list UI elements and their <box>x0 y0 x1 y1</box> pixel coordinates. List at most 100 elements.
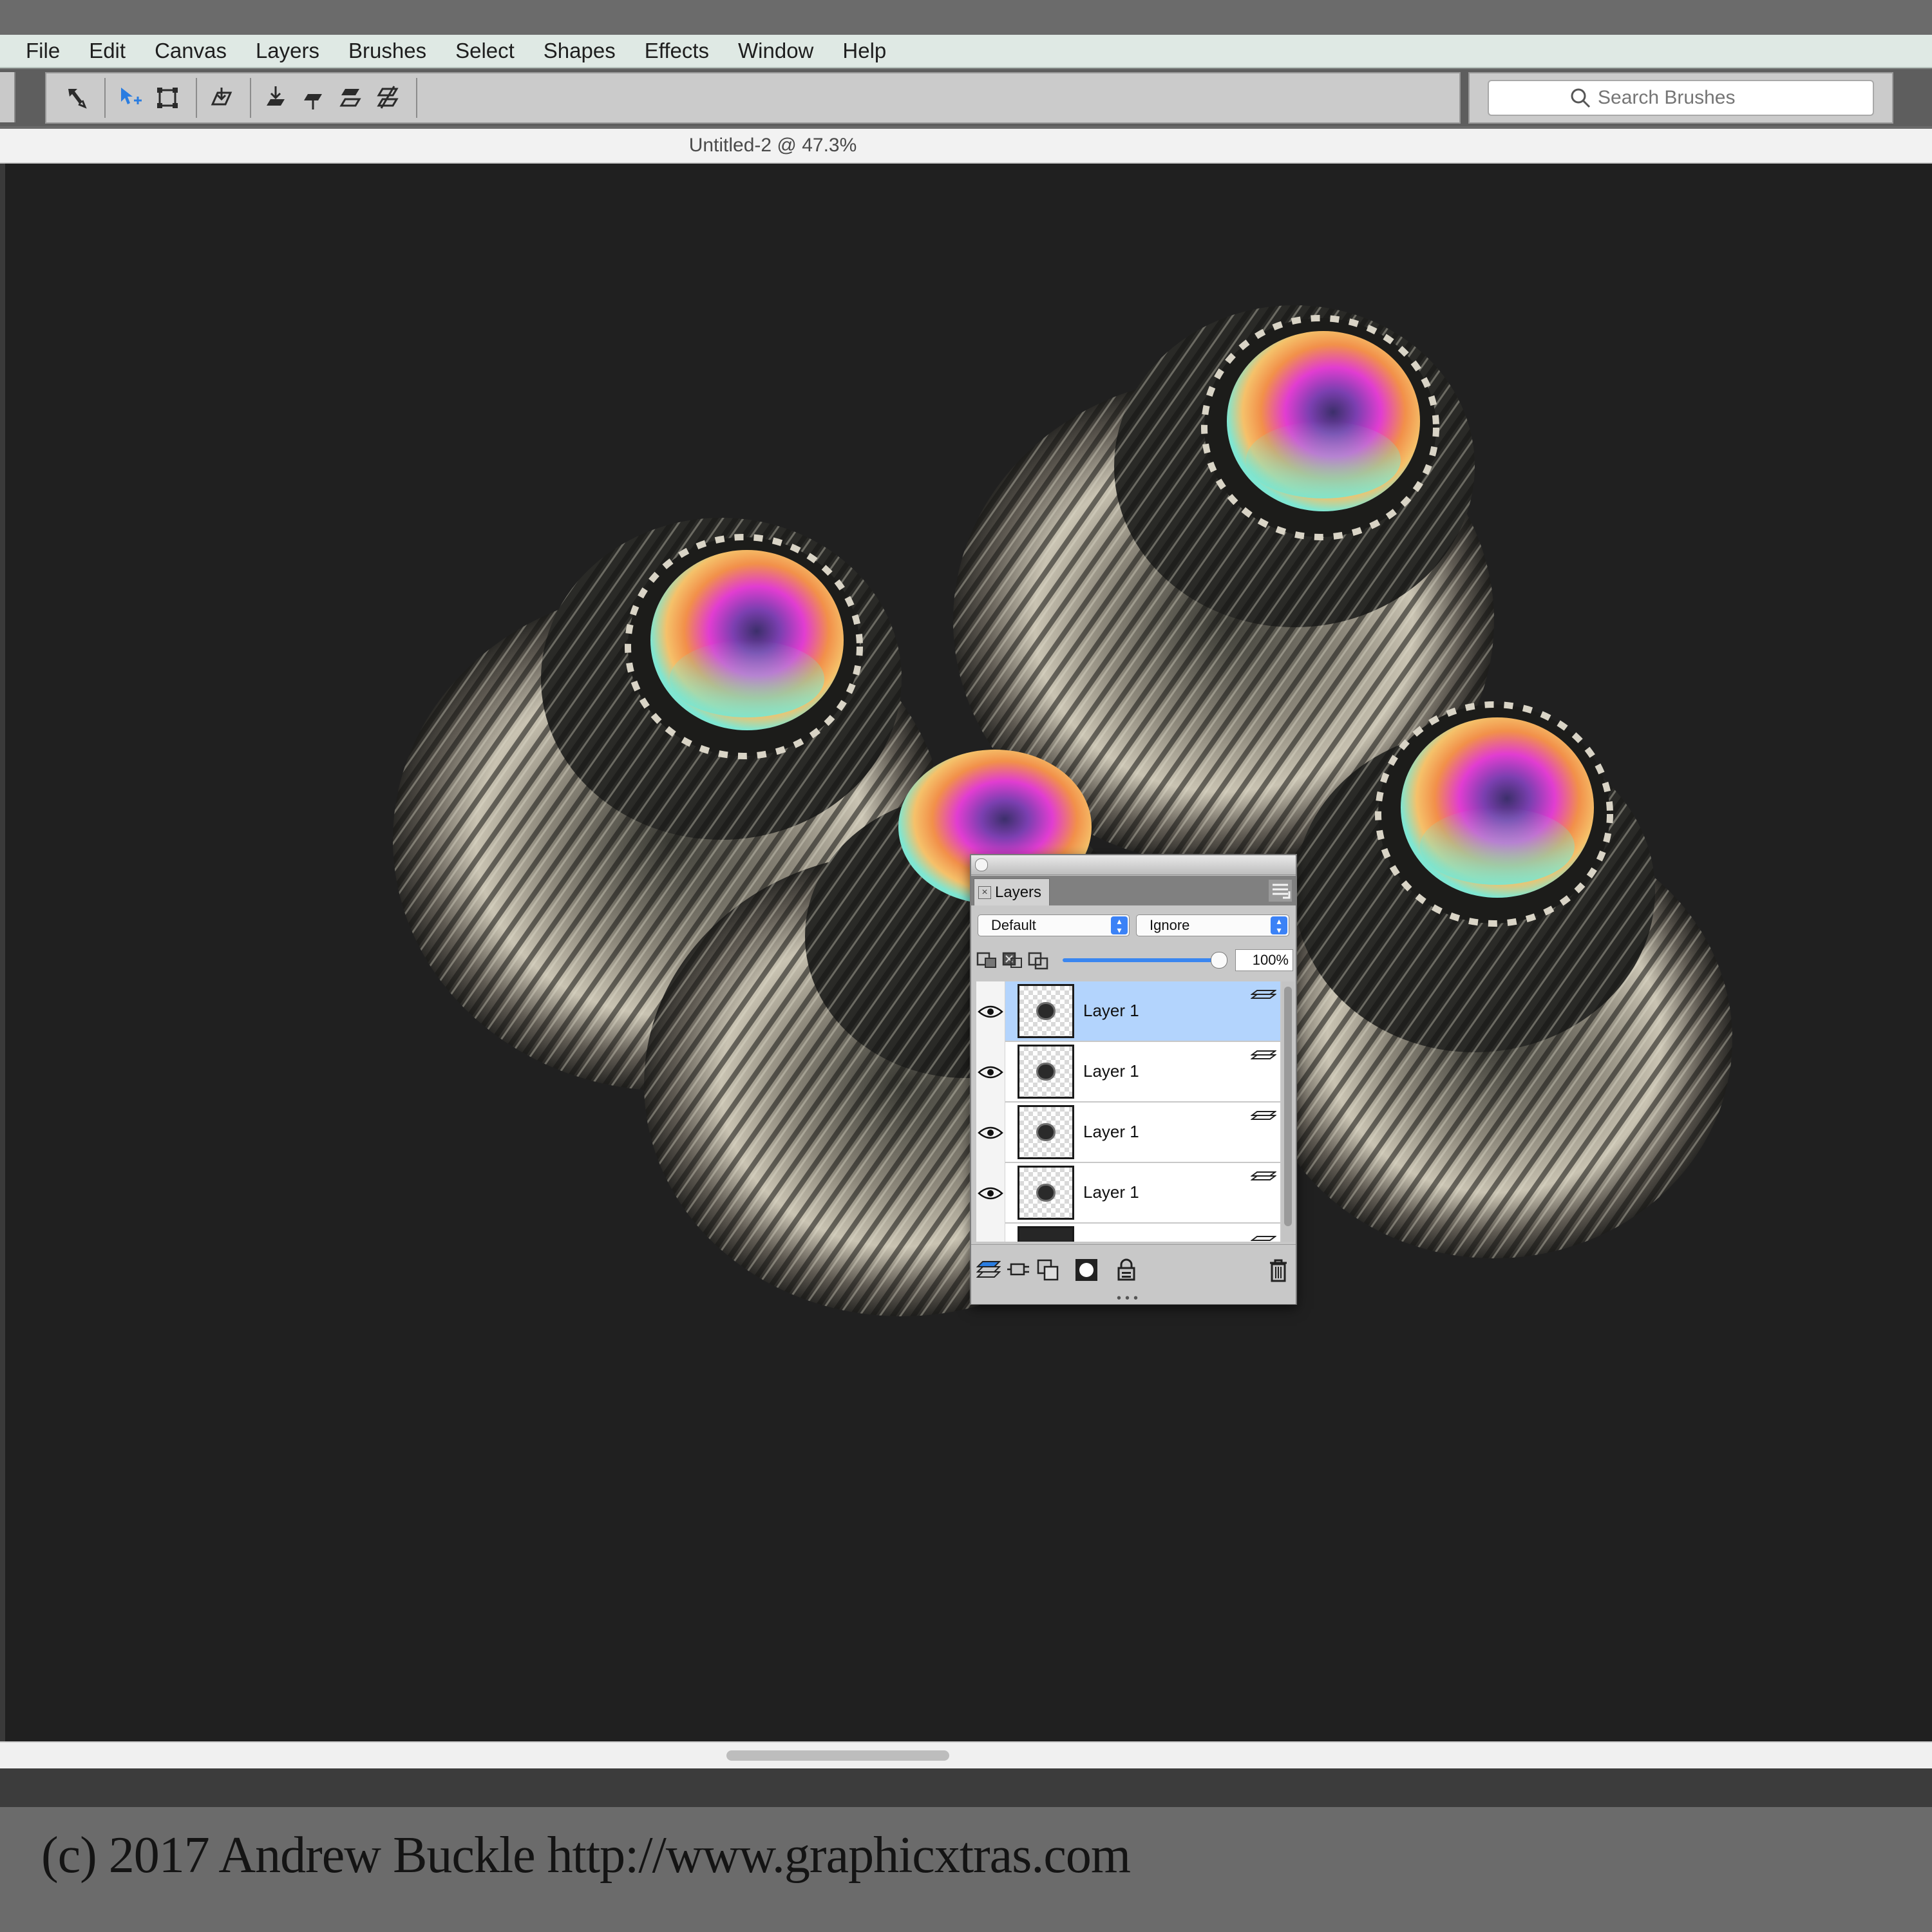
toolbar-separator <box>104 78 106 118</box>
trash-icon[interactable] <box>1266 1258 1291 1282</box>
tab-close-icon[interactable]: × <box>978 886 991 899</box>
menu-select[interactable]: Select <box>455 39 515 63</box>
eye-icon <box>978 1126 1003 1139</box>
opacity-field[interactable]: 100% <box>1235 949 1293 971</box>
layer-visibility-toggle[interactable] <box>976 981 1005 1042</box>
layer-stack-icon <box>1251 1050 1276 1059</box>
layer-commands-icon[interactable] <box>976 1258 1001 1282</box>
brush-search-box[interactable] <box>1488 80 1874 116</box>
pick-up-underlying-color-icon[interactable] <box>1002 951 1024 970</box>
layer-row[interactable]: Layer 1 <box>976 1163 1280 1224</box>
tab-layers[interactable]: × Layers <box>974 878 1050 905</box>
layer-row-canvas[interactable] <box>976 1224 1280 1242</box>
new-layer-group-icon[interactable] <box>1036 1258 1060 1282</box>
panel-options-menu-icon[interactable] <box>1269 880 1292 902</box>
horizontal-scroll-thumb[interactable] <box>726 1750 949 1761</box>
layer-name: Layer 1 <box>1083 1001 1139 1020</box>
layer-thumbnail <box>1018 1166 1074 1220</box>
brush-search-input[interactable] <box>1596 86 1792 109</box>
selection-box-button[interactable] <box>151 80 184 116</box>
menu-brushes[interactable]: Brushes <box>348 39 426 63</box>
menu-file[interactable]: File <box>26 39 60 63</box>
canvas-thumbnail <box>1018 1226 1074 1242</box>
menu-layers[interactable]: Layers <box>256 39 319 63</box>
transform-tool-button[interactable] <box>59 80 93 116</box>
search-icon <box>1571 88 1591 108</box>
toolbar-separator <box>196 78 197 118</box>
layer-name: Layer 1 <box>1083 1061 1139 1081</box>
menu-help[interactable]: Help <box>842 39 886 63</box>
select-arrows-icon: ▴ ▾ <box>1111 916 1128 934</box>
layer-transform-icon <box>211 88 232 106</box>
layer-list: Layer 1 Layer 1 Layer 1 Layer 1 <box>976 981 1280 1242</box>
menu-canvas[interactable]: Canvas <box>155 39 227 63</box>
layer-shift-button[interactable] <box>334 80 367 116</box>
eye-icon <box>978 1187 1003 1200</box>
document-title: Untitled-2 @ 47.3% <box>688 135 857 156</box>
layer-thumbnail <box>1018 984 1074 1038</box>
layer-adjust-icon <box>377 86 399 109</box>
layer-row[interactable]: Layer 1 <box>976 1103 1280 1163</box>
property-toolbar <box>45 72 1461 124</box>
menu-window[interactable]: Window <box>738 39 813 63</box>
layer-mask-icon[interactable] <box>1074 1258 1099 1282</box>
layer-visibility-toggle[interactable] <box>976 1163 1005 1224</box>
move-tool-button[interactable] <box>113 80 147 116</box>
menu-shapes[interactable]: Shapes <box>544 39 616 63</box>
preserve-mode-select[interactable]: Ignore ▴ ▾ <box>1136 914 1289 936</box>
select-arrows-icon: ▴ ▾ <box>1271 916 1287 934</box>
brush-search-panel <box>1468 72 1893 124</box>
layers-panel-titlebar[interactable] <box>971 855 1296 875</box>
opacity-slider-track[interactable] <box>1063 958 1224 962</box>
canvas-horizontal-scrollbar[interactable] <box>0 1741 1932 1768</box>
layer-stack-icon <box>1251 1111 1276 1120</box>
layer-list-scrollbar[interactable] <box>1282 981 1294 1242</box>
document-canvas[interactable] <box>0 164 1932 1741</box>
layer-transform-button[interactable] <box>205 80 238 116</box>
layer-stack-icon <box>1251 1236 1276 1241</box>
menu-bar: File Edit Canvas Layers Brushes Select S… <box>0 35 1932 68</box>
layer-overlap-icon[interactable] <box>1028 951 1050 970</box>
eye-icon <box>978 1005 1003 1018</box>
lock-icon[interactable] <box>1114 1258 1139 1282</box>
lift-layer-button[interactable] <box>296 80 330 116</box>
eye-icon <box>978 1066 1003 1079</box>
layers-panel: × Layers Default ▴ ▾ Ignore ▴ ▾ 100% Lay… <box>970 854 1297 1305</box>
layer-visibility-toggle[interactable] <box>976 1103 1005 1163</box>
toolbar-left-handle[interactable] <box>0 72 15 122</box>
layer-visibility-toggle[interactable] <box>976 1042 1005 1103</box>
layer-row[interactable]: Layer 1 <box>976 981 1280 1042</box>
layer-shift-icon <box>339 89 361 107</box>
layer-list-scroll-thumb[interactable] <box>1284 987 1292 1226</box>
layer-stack-icon <box>1251 990 1276 999</box>
menu-edit[interactable]: Edit <box>89 39 126 63</box>
drop-layer-button[interactable] <box>259 80 292 116</box>
layers-panel-tabrow: × Layers <box>971 876 1296 905</box>
tab-layers-label: Layers <box>995 883 1042 901</box>
opacity-row: 100% <box>976 947 1294 974</box>
preserve-mode-value: Ignore <box>1150 917 1190 933</box>
window-top-gap <box>0 0 1932 35</box>
layers-panel-bottombar: ••• <box>971 1244 1296 1306</box>
move-arrow-icon <box>121 88 142 104</box>
layer-thumbnail <box>1018 1105 1074 1159</box>
dynamic-plugins-icon[interactable] <box>1006 1258 1030 1282</box>
drop-layer-icon <box>267 86 285 106</box>
document-title-bar[interactable]: Untitled-2 @ 47.3% <box>0 129 1932 164</box>
layer-row[interactable]: Layer 1 <box>976 1042 1280 1103</box>
layer-name: Layer 1 <box>1083 1182 1139 1202</box>
layer-name: Layer 1 <box>1083 1122 1139 1141</box>
opacity-slider-knob[interactable] <box>1211 952 1227 969</box>
fractal-artwork <box>393 305 1732 1316</box>
layer-adjust-button[interactable] <box>371 80 404 116</box>
status-bar <box>0 1768 1932 1807</box>
panel-resize-grip-icon[interactable]: ••• <box>1117 1291 1142 1306</box>
selection-box-icon <box>157 88 178 108</box>
composite-method-value: Default <box>991 917 1036 933</box>
layer-thumbnail <box>1018 1045 1074 1099</box>
preserve-transparency-icon[interactable] <box>976 951 998 970</box>
composite-method-select[interactable]: Default ▴ ▾ <box>978 914 1130 936</box>
layer-visibility-toggle[interactable] <box>976 1224 1005 1242</box>
panel-close-dot-icon[interactable] <box>975 858 988 871</box>
menu-effects[interactable]: Effects <box>645 39 709 63</box>
